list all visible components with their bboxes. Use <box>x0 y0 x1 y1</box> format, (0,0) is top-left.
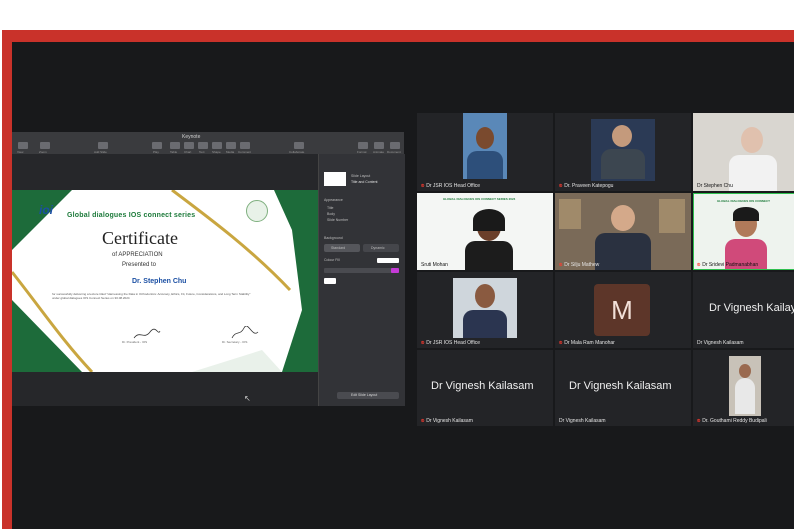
format-button[interactable] <box>358 142 368 149</box>
background-label: Background <box>324 236 343 240</box>
add-slide-button[interactable] <box>98 142 108 149</box>
title-checkbox[interactable]: Title <box>327 206 333 210</box>
participant-name-2: ⦸ Dr. Praveen Katepogu <box>559 183 614 189</box>
avatar: M <box>594 284 650 336</box>
seal-icon <box>246 200 268 222</box>
signature-right-mark <box>231 326 259 339</box>
participant-name-4: Sruti Mohan <box>421 262 448 268</box>
recipient-name: Dr. Stephen Chu <box>132 278 187 285</box>
participant-tile-4[interactable]: GLOBAL DIALOGUES IOS CONNECT SERIES 2024… <box>417 193 553 270</box>
zoom-button[interactable] <box>40 142 50 149</box>
animate-button[interactable] <box>374 142 384 149</box>
participant-name-9: Dr Vignesh Kailasam <box>697 340 744 346</box>
certificate-body: for successfully delivering a lecture ti… <box>52 292 251 300</box>
participant-tile-7[interactable]: ⦸ Dr JSR IOS Head Office <box>417 272 553 348</box>
participant-tile-10[interactable]: Dr Vignesh Kailasam ⦸ Dr Vignesh Kailasam <box>417 350 553 426</box>
mouse-cursor-icon: ↖ <box>244 394 251 403</box>
colour-fill-label: Colour Fill <box>324 258 340 262</box>
participant-tile-11[interactable]: Dr Vignesh Kailasam Dr Vignesh Kailasam <box>555 350 691 426</box>
banner-text-4: GLOBAL DIALOGUES IOS CONNECT SERIES 2024 <box>443 197 516 201</box>
view-button[interactable] <box>18 142 28 149</box>
comment-button[interactable] <box>240 142 250 149</box>
ios-logo: ioi <box>39 203 53 217</box>
window-title: Keynote <box>182 134 201 140</box>
edit-layout-label: Edit Slide Layout <box>351 393 378 397</box>
certificate-subtitle: of APPRECIATION <box>112 252 163 258</box>
image-fill-swatch[interactable] <box>324 278 336 284</box>
participant-name-7: ⦸ Dr JSR IOS Head Office <box>421 340 481 346</box>
body-checkbox[interactable]: Body <box>327 212 335 216</box>
layout-value[interactable]: Title and Content <box>351 180 378 184</box>
participant-name-12: ⦸ Dr. Gouthami Reddy Budipali <box>697 418 767 424</box>
certificate-slide[interactable]: ioi Global dialogues IOS connect series … <box>12 190 318 372</box>
participant-tile-9[interactable]: Dr Vignesh Kailay Dr Vignesh Kailasam <box>693 272 794 348</box>
certificate-title: Certificate <box>102 228 178 248</box>
layout-label: Slide Layout <box>351 174 371 178</box>
appearance-label: Appearance <box>324 198 343 202</box>
play-button[interactable] <box>152 142 162 149</box>
document-button[interactable] <box>390 142 400 149</box>
participant-tile-3[interactable]: Dr Stephen Chu <box>693 113 794 191</box>
participant-tile-6-active-speaker[interactable]: GLOBAL DIALOGUES IOS CONNECT ⦸ Dr Sridevi… <box>693 193 794 270</box>
collaborate-button[interactable] <box>294 142 304 149</box>
participant-name-8: ⦸ Dr Mala Ram Manohar <box>559 340 615 346</box>
signature-left-mark <box>133 328 161 339</box>
series-heading: Global dialogues IOS connect series <box>67 212 196 219</box>
participant-tile-1[interactable]: ⦸ Dr JSR IOS Head Office <box>417 113 553 191</box>
shape-button[interactable] <box>212 142 222 149</box>
media-button[interactable] <box>226 142 236 149</box>
signature-right: Dr. Secretary - IOS <box>222 340 248 344</box>
chart-button[interactable] <box>184 142 194 149</box>
participant-tile-12[interactable]: ⦸ Dr. Gouthami Reddy Budipali <box>693 350 794 426</box>
banner-text-6: GLOBAL DIALOGUES IOS CONNECT <box>717 199 770 203</box>
participant-name-5: ⦸ Dr Silju Mathew <box>559 262 600 268</box>
participant-name-11: Dr Vignesh Kailasam <box>559 418 606 424</box>
participant-bigname-9: Dr Vignesh Kailay <box>709 302 794 314</box>
participant-tile-2[interactable]: ⦸ Dr. Praveen Katepogu <box>555 113 691 191</box>
participant-bigname-11: Dr Vignesh Kailasam <box>569 380 672 392</box>
keynote-toolbar: Keynote View Zoom Add Slide Play Table C… <box>12 132 404 155</box>
participant-name-1: ⦸ Dr JSR IOS Head Office <box>421 183 481 189</box>
colour-fill-swatch[interactable] <box>377 258 399 263</box>
gradient-chevron-icon[interactable] <box>391 268 399 273</box>
presented-to: Presented to <box>122 262 157 268</box>
signature-left: Dr. President - IOS <box>122 340 148 344</box>
participant-bigname-10: Dr Vignesh Kailasam <box>431 380 534 392</box>
slide-number-checkbox[interactable]: Slide Number <box>327 218 348 222</box>
layout-thumbnail[interactable] <box>324 172 346 186</box>
participant-name-6: ⦸ Dr Sridevi Padmanabhan <box>697 262 759 268</box>
participant-name-3: Dr Stephen Chu <box>697 183 733 189</box>
dynamic-label: Dynamic <box>371 246 385 250</box>
participant-tile-5[interactable]: ⦸ Dr Silju Mathew <box>555 193 691 270</box>
mic-muted-icon: ⦸ <box>421 183 425 189</box>
table-button[interactable] <box>170 142 180 149</box>
standard-label: Standard <box>331 246 346 250</box>
top-bar <box>0 0 794 30</box>
format-side-panel: Slide Layout Title and Content Appearanc… <box>318 154 405 406</box>
text-button[interactable] <box>198 142 208 149</box>
gradient-select[interactable] <box>324 268 399 273</box>
participant-name-10: ⦸ Dr Vignesh Kailasam <box>421 418 473 424</box>
